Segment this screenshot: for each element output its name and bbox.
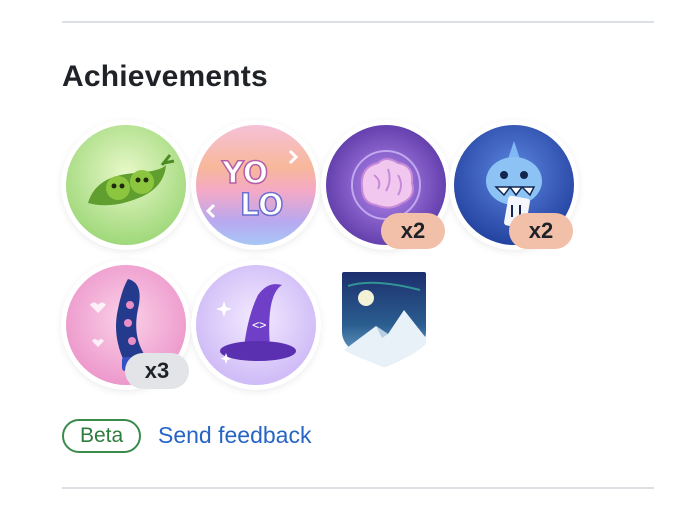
- badge-arctic-code-vault[interactable]: [334, 264, 454, 384]
- svg-text:LO: LO: [240, 188, 284, 223]
- badge-count: x3: [125, 353, 189, 389]
- yolo-icon: YO LO: [196, 125, 316, 245]
- arctic-vault-icon: [338, 268, 430, 372]
- badge-count: x2: [381, 213, 445, 249]
- achievements-heading: Achievements: [62, 60, 268, 93]
- wizard-hat-icon: <>: [196, 265, 316, 385]
- pea-pod-icon: [66, 125, 186, 245]
- bottom-divider: [62, 487, 654, 489]
- top-divider: [62, 21, 654, 23]
- beta-label: Beta: [62, 419, 142, 453]
- svg-text:YO: YO: [221, 156, 268, 191]
- badge-yolo[interactable]: YO LO: [196, 125, 316, 245]
- send-feedback-link[interactable]: Send feedback: [158, 422, 311, 449]
- badge-pea-pod[interactable]: [66, 125, 186, 245]
- badge-wizard-hat[interactable]: <>: [196, 265, 316, 385]
- badge-count: x2: [509, 213, 573, 249]
- svg-text:<>: <>: [252, 318, 266, 332]
